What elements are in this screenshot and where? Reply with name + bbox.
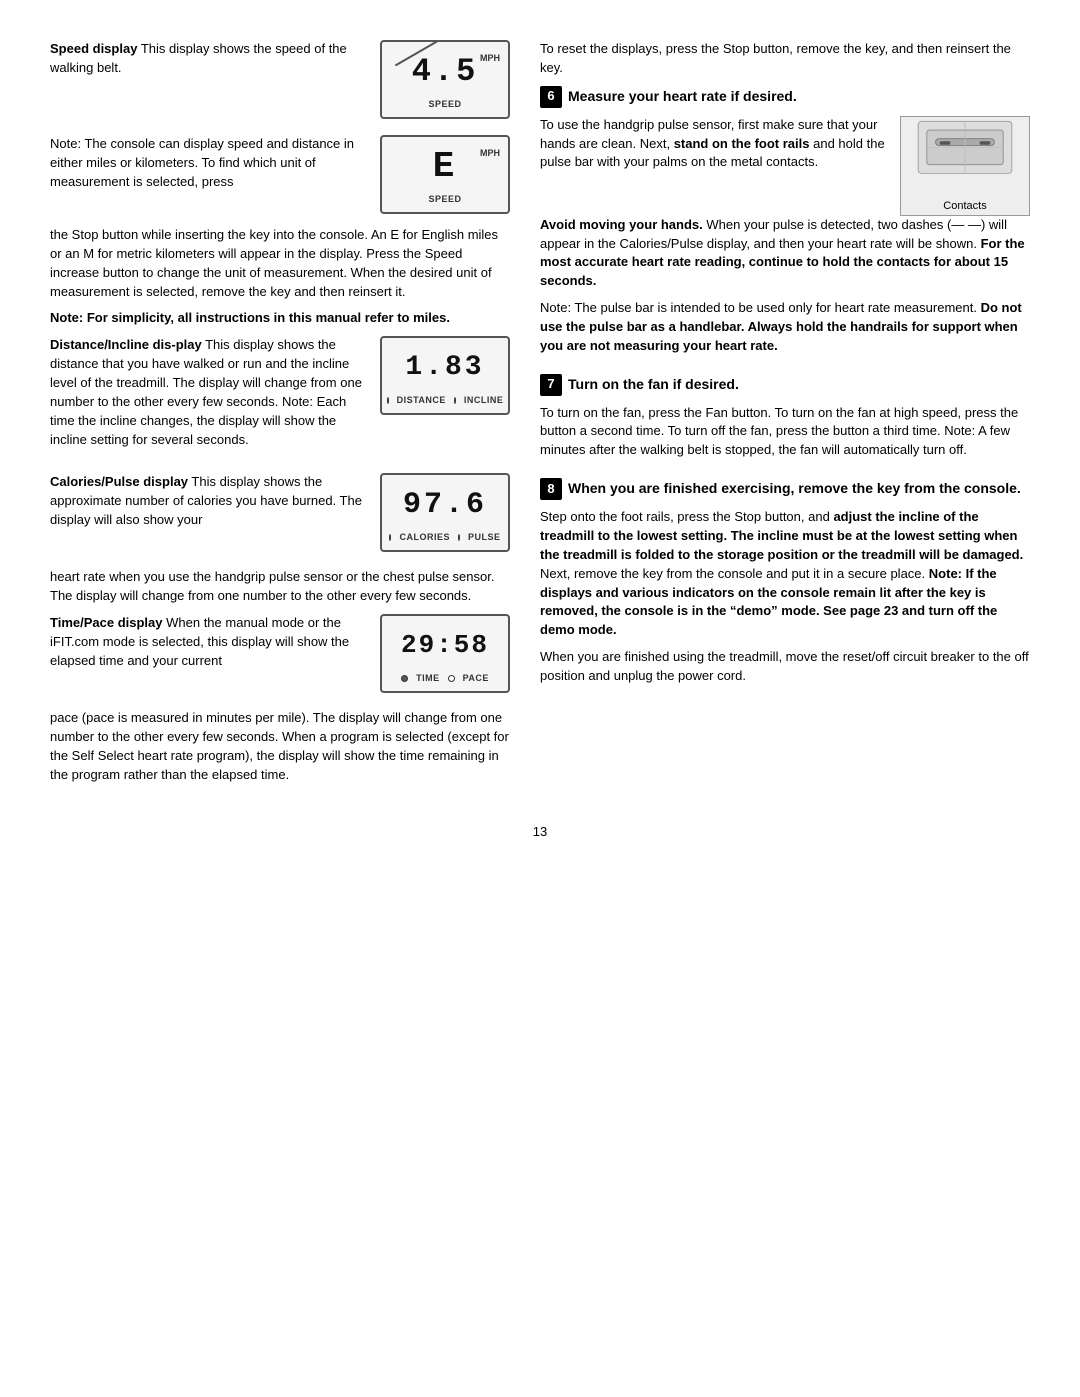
time-heading: Time/Pace display [50,615,163,630]
pace-label-text: PACE [463,672,489,685]
distance-label: DISTANCE INCLINE [392,394,498,407]
incline-dot [454,397,456,404]
contacts-svg [901,117,1029,195]
step6-number: 6 [540,86,562,108]
distance-text: Distance/Incline dis-play This display s… [50,336,366,457]
right-column: To reset the displays, press the Stop bu… [540,40,1030,793]
pulse-bar-note: Note: The pulse bar is intended to be us… [540,299,1030,356]
page-number: 13 [50,823,1030,842]
speed-display-text: Speed display This display shows the spe… [50,40,366,78]
speed-unit: MPH [480,52,500,65]
pulse-dot [458,534,460,541]
step6-para3: Avoid moving your hands. When your pulse… [540,216,1030,291]
e-label: SPEED [392,193,498,206]
reset-text: To reset the displays, press the Stop bu… [540,40,1030,78]
calories-text: Calories/Pulse display This display show… [50,473,366,538]
speed-display-panel: MPH 4.5 SPEED [380,40,510,119]
step6-heading: 6 Measure your heart rate if desired. [540,86,1030,108]
step7-heading: 7 Turn on the fan if desired. [540,374,1030,396]
contacts-image: Contacts [900,116,1030,216]
step8-section: 8 When you are finished exercising, remo… [540,478,1030,686]
step8-number: 8 [540,478,562,500]
e-display-panel: MPH E SPEED [380,135,510,214]
e-unit: MPH [480,147,500,160]
calories-dot [389,534,391,541]
time-section: Time/Pace display When the manual mode o… [50,614,510,693]
calories-subheading: display [143,474,188,489]
step8-para1-text: Step onto the foot rails, press the Stop… [540,509,830,524]
note-e-section: Note: The console can display speed and … [50,135,510,214]
calories-display-panel: 97.6 CALORIES PULSE [380,473,510,552]
note-para1: Note: The console can display speed and … [50,135,366,192]
distance-dot [387,397,389,404]
step6-text-block: To use the handgrip pulse sensor, first … [540,116,886,181]
speed-display-heading: Speed display [50,41,137,56]
pulse-label-text: PULSE [468,531,501,544]
step6-content: To use the handgrip pulse sensor, first … [540,116,1030,216]
calories-heading: Calories/Pulse [50,474,140,489]
pulse-bar-note-prefix: Note: The pulse bar is intended to be us… [540,300,977,315]
incline-label-text: INCLINE [464,394,504,407]
time-text: Time/Pace display When the manual mode o… [50,614,366,679]
step6-bold2: Avoid moving your hands. [540,217,703,232]
speed-label: SPEED [392,98,498,111]
contacts-label: Contacts [943,199,986,215]
left-column: Speed display This display shows the spe… [50,40,510,793]
time-label: TIME PACE [392,672,498,685]
note-para2: the Stop button while inserting the key … [50,226,510,301]
step8-para3: When you are finished using the treadmil… [540,648,1030,686]
step7-text: To turn on the fan, press the Fan button… [540,404,1030,461]
distance-label-text: DISTANCE [397,394,446,407]
calories-section: Calories/Pulse display This display show… [50,473,510,552]
note-text: Note: The console can display speed and … [50,135,366,200]
distance-heading: Distance/Incline dis-play [50,337,202,352]
step7-section: 7 Turn on the fan if desired. To turn on… [540,374,1030,461]
step8-para1: Step onto the foot rails, press the Stop… [540,508,1030,640]
calories-label: CALORIES PULSE [392,531,498,544]
step6-bold1: stand on the foot rails [674,136,810,151]
time-text2: pace (pace is measured in minutes per mi… [50,709,510,784]
distance-section: Distance/Incline dis-play This display s… [50,336,510,457]
distance-display-panel: 1.83 DISTANCE INCLINE [380,336,510,415]
distance-digits: 1.83 [392,346,498,390]
step8-heading-text: When you are finished exercising, remove… [568,478,1021,498]
calories-text2: heart rate when you use the handgrip pul… [50,568,510,606]
step7-number: 7 [540,374,562,396]
speed-display-section: Speed display This display shows the spe… [50,40,510,119]
calories-label-text: CALORIES [399,531,450,544]
calories-digits: 97.6 [392,483,498,527]
time-display-panel: 29:58 TIME PACE [380,614,510,693]
time-label-text: TIME [416,672,440,685]
step8-para2: Next, remove the key from the console an… [540,566,925,581]
e-label-text: SPEED [428,193,461,206]
step7-heading-text: Turn on the fan if desired. [568,374,739,394]
time-dot [401,675,408,682]
step8-heading: 8 When you are finished exercising, remo… [540,478,1030,500]
step6-section: 6 Measure your heart rate if desired. To… [540,86,1030,356]
step6-para1: To use the handgrip pulse sensor, first … [540,116,886,173]
time-digits: 29:58 [392,624,498,668]
speed-label-text: SPEED [428,98,461,111]
note-bold: Note: For simplicity, all instructions i… [50,310,450,325]
step6-heading-text: Measure your heart rate if desired. [568,86,797,106]
pace-dot [448,675,455,682]
distance-description: This display shows the distance that you… [50,337,362,446]
